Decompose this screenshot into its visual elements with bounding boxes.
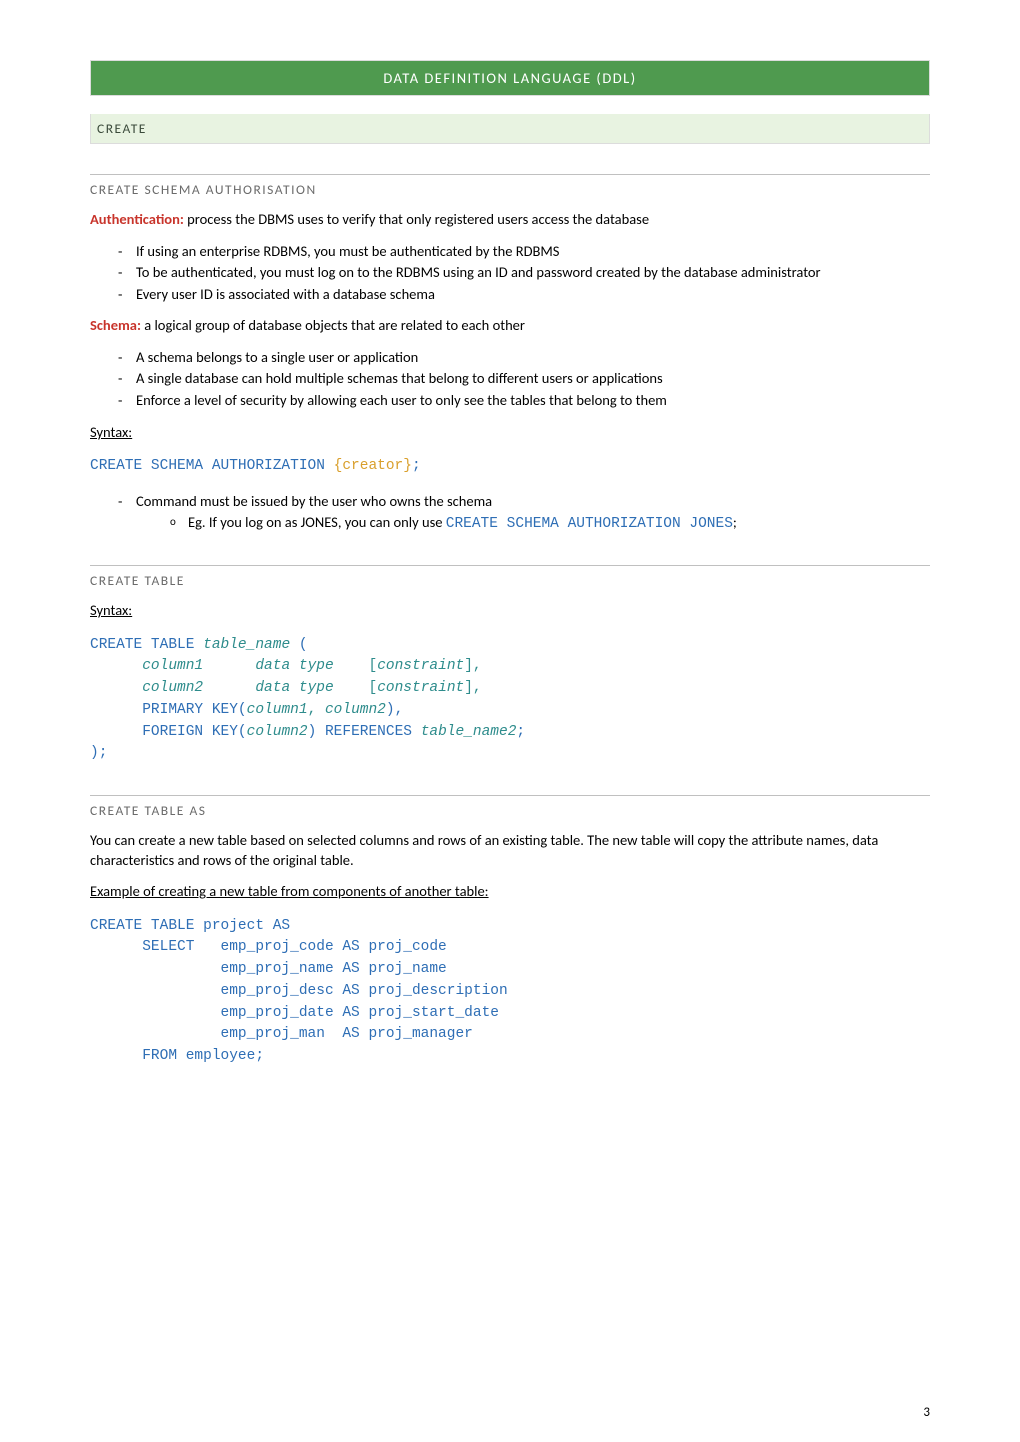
auth-bullet-list: If using an enterprise RDBMS, you must b… — [90, 242, 930, 305]
rule — [90, 174, 930, 175]
code-text: PRIMARY KEY( — [90, 702, 247, 718]
page-number: 3 — [923, 1405, 930, 1420]
eg-prefix: Eg. If you log on as JONES, you can only… — [188, 513, 446, 531]
list-item: Eg. If you log on as JONES, you can only… — [170, 513, 930, 535]
code-text: ); — [90, 745, 107, 761]
schema-auth-title: CREATE SCHEMA AUTHORISATION — [90, 181, 317, 198]
code-semicolon: ; — [412, 458, 421, 474]
issued-list: Command must be issued by the user who o… — [90, 492, 930, 535]
code-text: data type — [255, 680, 333, 696]
code-line: FROM employee; — [90, 1048, 264, 1064]
create-table-title: CREATE TABLE — [90, 572, 185, 589]
create-table-as-title: CREATE TABLE AS — [90, 802, 206, 819]
subhead-create-table: CREATE TABLE — [90, 572, 930, 589]
list-item: A schema belongs to a single user or app… — [118, 348, 930, 368]
code-text: ; — [516, 724, 525, 740]
code-line: emp_proj_name AS proj_name — [90, 961, 447, 977]
code-create-table-as: CREATE TABLE project AS SELECT emp_proj_… — [90, 916, 930, 1068]
issued-text: Command must be issued by the user who o… — [136, 492, 492, 510]
schema-text: a logical group of database objects that… — [141, 316, 525, 334]
code-text — [203, 680, 255, 696]
code-text: CREATE SCHEMA AUTHORIZATION — [90, 458, 334, 474]
code-text — [90, 680, 142, 696]
code-line: emp_proj_man AS proj_manager — [90, 1026, 473, 1042]
code-text: CREATE TABLE — [90, 637, 203, 653]
ctas-paragraph: You can create a new table based on sele… — [90, 831, 930, 870]
syntax-label-2: Syntax: — [90, 601, 930, 621]
list-item: To be authenticated, you must log on to … — [118, 263, 930, 283]
section-create-heading: CREATE — [90, 114, 930, 144]
code-line: emp_proj_desc AS proj_description — [90, 983, 508, 999]
syntax-underline-2: Syntax: — [90, 601, 132, 619]
list-item: Every user ID is associated with a datab… — [118, 285, 930, 305]
code-text: FOREIGN KEY( — [90, 724, 247, 740]
eg-code: CREATE SCHEMA AUTHORIZATION JONES — [446, 516, 733, 532]
code-text: [ — [369, 658, 378, 674]
eg-semicolon: ; — [733, 513, 737, 531]
subhead-schema-auth: CREATE SCHEMA AUTHORISATION — [90, 181, 930, 198]
auth-paragraph: Authentication: process the DBMS uses to… — [90, 210, 930, 230]
syntax-label-1: Syntax: — [90, 423, 930, 443]
rule — [90, 565, 930, 566]
schema-label: Schema: — [90, 316, 141, 334]
code-text: ], — [464, 680, 481, 696]
code-text: ], — [464, 658, 481, 674]
schema-bullet-list: A schema belongs to a single user or app… — [90, 348, 930, 411]
code-text — [90, 658, 142, 674]
code-text: ) REFERENCES — [308, 724, 421, 740]
code-text — [334, 658, 369, 674]
rule — [90, 795, 930, 796]
page-container: DATA DEFINITION LANGUAGE (DDL) CREATE CR… — [0, 0, 1020, 1442]
auth-label: Authentication: — [90, 210, 184, 228]
subhead-create-table-as: CREATE TABLE AS — [90, 802, 930, 819]
example-label: Example of creating a new table from com… — [90, 882, 930, 902]
code-schema-auth: CREATE SCHEMA AUTHORIZATION {creator}; — [90, 456, 930, 478]
list-item: Command must be issued by the user who o… — [118, 492, 930, 535]
code-text — [203, 658, 255, 674]
banner-title: DATA DEFINITION LANGUAGE (DDL) — [383, 69, 636, 87]
code-text: constraint — [377, 680, 464, 696]
code-text — [334, 680, 369, 696]
example-underline: Example of creating a new table from com… — [90, 882, 489, 900]
code-line: SELECT emp_proj_code AS proj_code — [90, 939, 447, 955]
create-title: CREATE — [97, 120, 147, 137]
eg-list: Eg. If you log on as JONES, you can only… — [136, 513, 930, 535]
code-create-table: CREATE TABLE table_name ( column1 data t… — [90, 635, 930, 766]
schema-paragraph: Schema: a logical group of database obje… — [90, 316, 930, 336]
list-item: Enforce a level of security by allowing … — [118, 391, 930, 411]
code-text: column1 — [142, 658, 203, 674]
code-text: , — [308, 702, 325, 718]
code-text: column2 — [247, 724, 308, 740]
code-text: column2 — [325, 702, 386, 718]
code-text: data type — [255, 658, 333, 674]
code-text: column2 — [142, 680, 203, 696]
code-text: table_name — [203, 637, 290, 653]
syntax-underline-1: Syntax: — [90, 423, 132, 441]
code-text: column1 — [247, 702, 308, 718]
main-banner: DATA DEFINITION LANGUAGE (DDL) — [90, 60, 930, 96]
code-line: CREATE TABLE project AS — [90, 918, 290, 934]
auth-text: process the DBMS uses to verify that onl… — [184, 210, 649, 228]
code-line: emp_proj_date AS proj_start_date — [90, 1005, 499, 1021]
code-text: table_name2 — [421, 724, 517, 740]
code-text: [ — [369, 680, 378, 696]
code-text: ( — [290, 637, 307, 653]
list-item: A single database can hold multiple sche… — [118, 369, 930, 389]
code-text: ), — [386, 702, 403, 718]
code-param: {creator} — [334, 458, 412, 474]
code-text: constraint — [377, 658, 464, 674]
list-item: If using an enterprise RDBMS, you must b… — [118, 242, 930, 262]
